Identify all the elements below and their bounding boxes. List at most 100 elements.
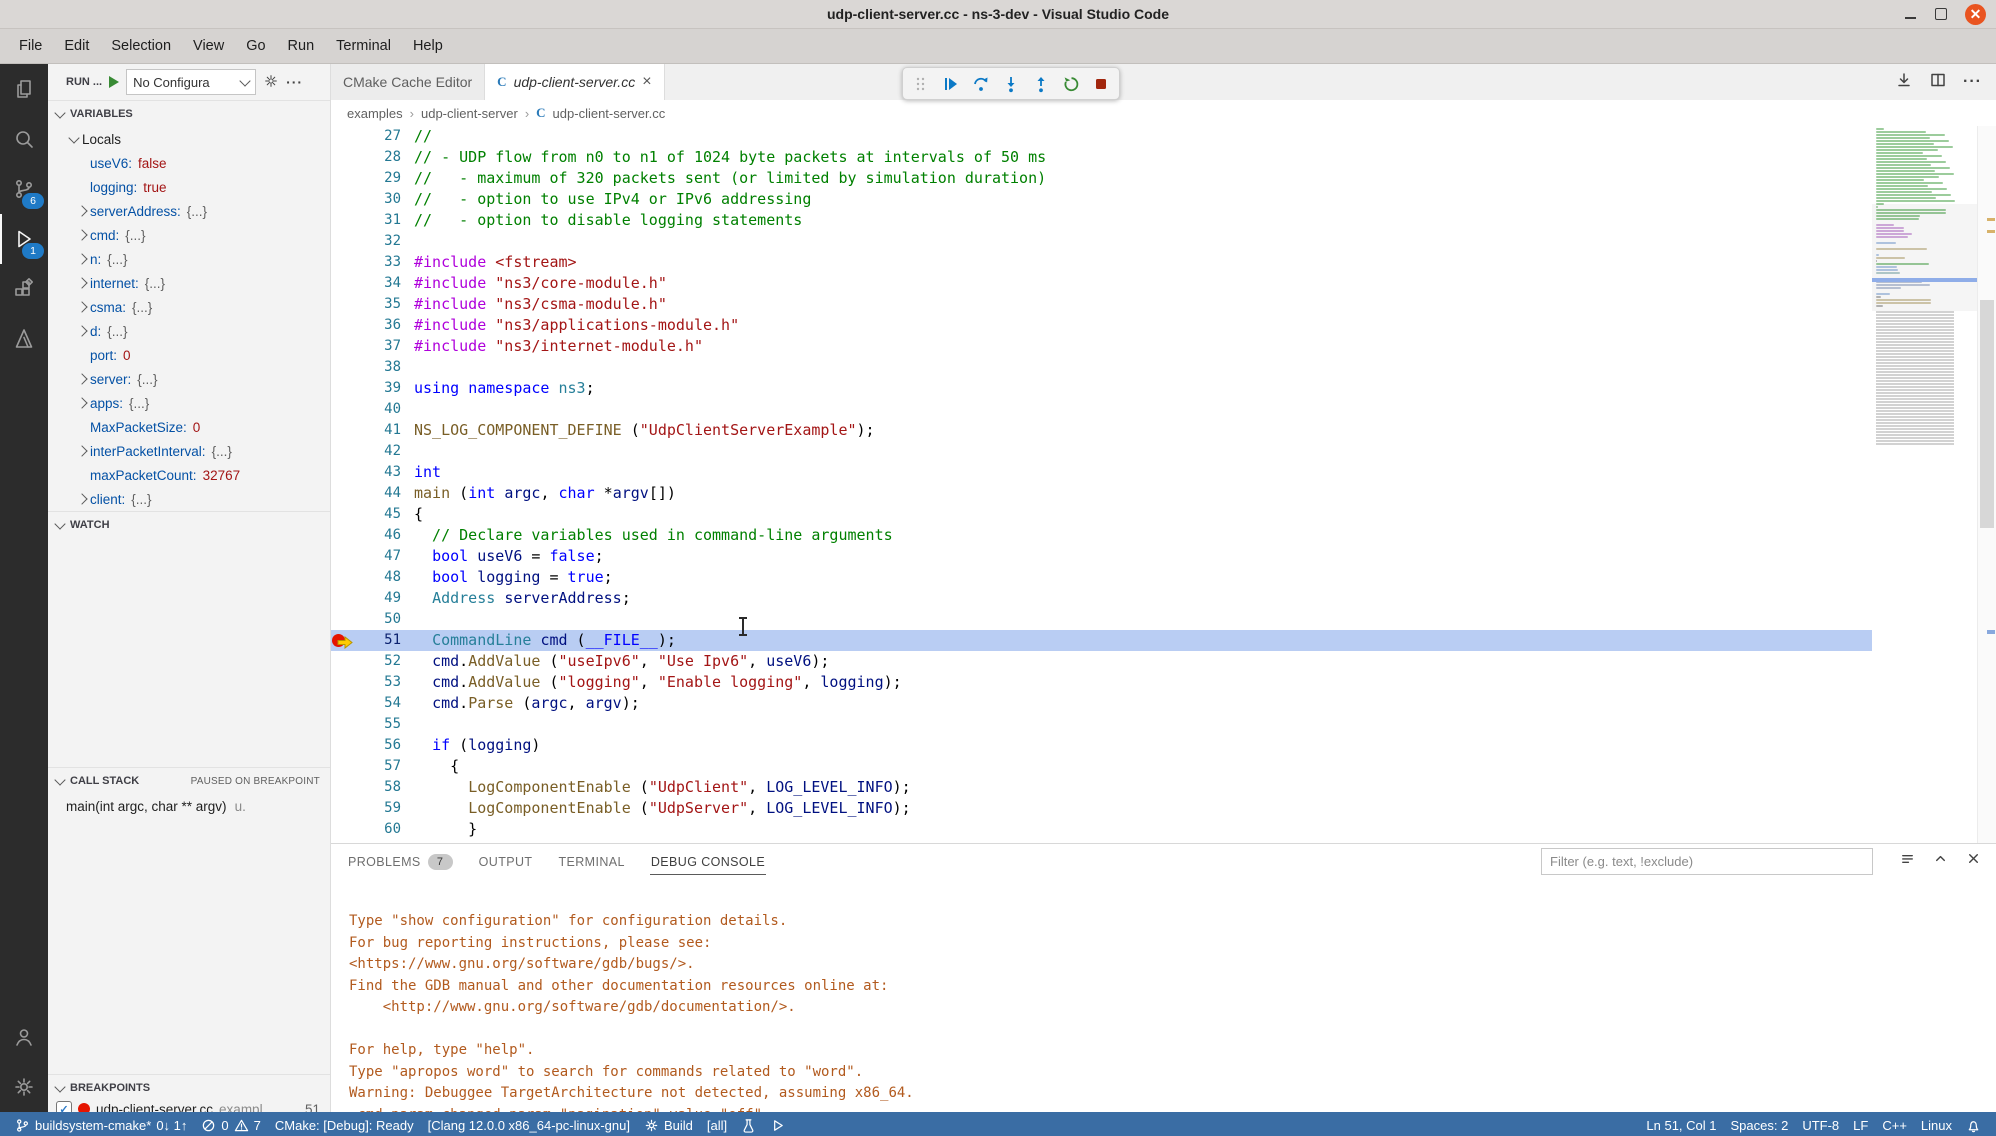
line-number[interactable]: 27 [357, 126, 401, 147]
breadcrumb-file[interactable]: udp-client-server.cc [553, 106, 666, 121]
filter-lines-icon[interactable] [1899, 850, 1916, 872]
eol-item[interactable]: LF [1846, 1112, 1875, 1136]
explorer-icon[interactable] [0, 64, 48, 114]
line-number[interactable]: 31 [357, 210, 401, 231]
line-number[interactable]: 45 [357, 504, 401, 525]
line-number[interactable]: 30 [357, 189, 401, 210]
line-number[interactable]: 48 [357, 567, 401, 588]
line-number[interactable]: 37 [357, 336, 401, 357]
step-out-button[interactable] [1029, 71, 1054, 97]
indentation-item[interactable]: Spaces: 2 [1724, 1112, 1796, 1136]
code-line-54[interactable]: 54 cmd.Parse (argc, argv); [331, 693, 1872, 714]
variable-client[interactable]: client:{...} [48, 487, 330, 511]
code-line-35[interactable]: 35#include "ns3/csma-module.h" [331, 294, 1872, 315]
code-line-29[interactable]: 29// - maximum of 320 packets sent (or l… [331, 168, 1872, 189]
variables-header[interactable]: VARIABLES [48, 101, 330, 127]
restart-button[interactable] [1059, 71, 1084, 97]
menu-selection[interactable]: Selection [100, 29, 182, 63]
code-line-60[interactable]: 60 } [331, 819, 1872, 840]
line-number[interactable]: 51 [357, 630, 401, 651]
line-number[interactable]: 50 [357, 609, 401, 630]
code-line-53[interactable]: 53 cmd.AddValue ("logging", "Enable logg… [331, 672, 1872, 693]
code-line-42[interactable]: 42 [331, 441, 1872, 462]
code-line-45[interactable]: 45{ [331, 504, 1872, 525]
variable-port[interactable]: port:0 [48, 343, 330, 367]
breakpoint-item[interactable]: ✓ udp-client-server.cc exampl... 51 [48, 1101, 330, 1112]
code-line-27[interactable]: 27// [331, 126, 1872, 147]
close-icon[interactable] [1965, 850, 1982, 872]
line-number[interactable]: 46 [357, 525, 401, 546]
variable-cmd[interactable]: cmd:{...} [48, 223, 330, 247]
step-over-button[interactable] [968, 71, 993, 97]
line-number[interactable]: 34 [357, 273, 401, 294]
panel-tab-output[interactable]: OUTPUT [478, 848, 534, 875]
variable-server[interactable]: server:{...} [48, 367, 330, 391]
line-number[interactable]: 42 [357, 441, 401, 462]
variable-internet[interactable]: internet:{...} [48, 271, 330, 295]
search-icon[interactable] [0, 114, 48, 164]
os-item[interactable]: Linux [1914, 1112, 1959, 1136]
code-line-36[interactable]: 36#include "ns3/applications-module.h" [331, 315, 1872, 336]
launch-debug-item[interactable] [763, 1112, 792, 1136]
encoding-item[interactable]: UTF-8 [1795, 1112, 1846, 1136]
download-icon[interactable] [1895, 71, 1913, 94]
line-number[interactable]: 55 [357, 714, 401, 735]
chevron-up-icon[interactable] [1932, 850, 1949, 872]
code-line-46[interactable]: 46 // Declare variables used in command-… [331, 525, 1872, 546]
close-button[interactable]: ✕ [1965, 4, 1986, 25]
line-number[interactable]: 57 [357, 756, 401, 777]
code-line-52[interactable]: 52 cmd.AddValue ("useIpv6", "Use Ipv6", … [331, 651, 1872, 672]
line-number[interactable]: 39 [357, 378, 401, 399]
line-number[interactable]: 35 [357, 294, 401, 315]
code-line-50[interactable]: 50 [331, 609, 1872, 630]
line-number[interactable]: 56 [357, 735, 401, 756]
more-actions-icon[interactable]: ··· [286, 74, 303, 90]
problems-item[interactable]: 0 7 [194, 1112, 267, 1136]
split-editor-icon[interactable] [1929, 71, 1947, 94]
code-line-38[interactable]: 38 [331, 357, 1872, 378]
build-button[interactable]: Build [637, 1112, 700, 1136]
more-actions-icon[interactable]: ··· [1963, 73, 1982, 91]
menu-run[interactable]: Run [277, 29, 326, 63]
menu-file[interactable]: File [8, 29, 53, 63]
code-line-41[interactable]: 41NS_LOG_COMPONENT_DEFINE ("UdpClientSer… [331, 420, 1872, 441]
code-line-31[interactable]: 31// - option to disable logging stateme… [331, 210, 1872, 231]
step-into-button[interactable] [998, 71, 1023, 97]
breakpoints-header[interactable]: BREAKPOINTS [48, 1075, 330, 1101]
panel-tab-debug-console[interactable]: DEBUG CONSOLE [650, 848, 766, 875]
code-line-40[interactable]: 40 [331, 399, 1872, 420]
language-mode-item[interactable]: C++ [1875, 1112, 1914, 1136]
git-branch-item[interactable]: buildsystem-cmake* 0↓ 1↑ [8, 1112, 194, 1136]
code-line-56[interactable]: 56 if (logging) [331, 735, 1872, 756]
code-line-61[interactable]: 61 [331, 840, 1872, 843]
panel-tab-problems[interactable]: PROBLEMS7 [347, 847, 454, 876]
code-line-55[interactable]: 55 [331, 714, 1872, 735]
line-number[interactable]: 49 [357, 588, 401, 609]
debug-console[interactable]: Type "show configuration" for configurat… [331, 878, 1996, 1112]
line-number[interactable]: 54 [357, 693, 401, 714]
tab-cmake-cache-editor[interactable]: CMake Cache Editor [331, 64, 485, 100]
launch-configuration-dropdown[interactable]: No Configura [126, 69, 256, 95]
variable-n[interactable]: n:{...} [48, 247, 330, 271]
breadcrumb-examples[interactable]: examples [347, 106, 403, 121]
variable-serverAddress[interactable]: serverAddress:{...} [48, 199, 330, 223]
code-line-33[interactable]: 33#include <fstream> [331, 252, 1872, 273]
line-number[interactable]: 47 [357, 546, 401, 567]
code-line-49[interactable]: 49 Address serverAddress; [331, 588, 1872, 609]
minimize-button[interactable] [1905, 10, 1916, 19]
build-target-item[interactable]: [all] [700, 1112, 734, 1136]
variable-interPacketInterval[interactable]: interPacketInterval:{...} [48, 439, 330, 463]
breadcrumb-udp-client-server[interactable]: udp-client-server [421, 106, 518, 121]
variable-csma[interactable]: csma:{...} [48, 295, 330, 319]
menu-view[interactable]: View [182, 29, 235, 63]
line-number[interactable]: 44 [357, 483, 401, 504]
variable-maxPacketCount[interactable]: maxPacketCount:32767 [48, 463, 330, 487]
breakpoint-checkbox[interactable]: ✓ [56, 1101, 72, 1112]
call-stack-header[interactable]: CALL STACK PAUSED ON BREAKPOINT [48, 768, 330, 794]
extensions-icon[interactable] [0, 264, 48, 314]
source-control-icon[interactable]: 6 [0, 164, 48, 214]
line-number[interactable]: 38 [357, 357, 401, 378]
code-line-34[interactable]: 34#include "ns3/core-module.h" [331, 273, 1872, 294]
tab-udp-client-server[interactable]: C udp-client-server.cc × [485, 64, 664, 100]
minimap[interactable] [1872, 126, 1977, 843]
